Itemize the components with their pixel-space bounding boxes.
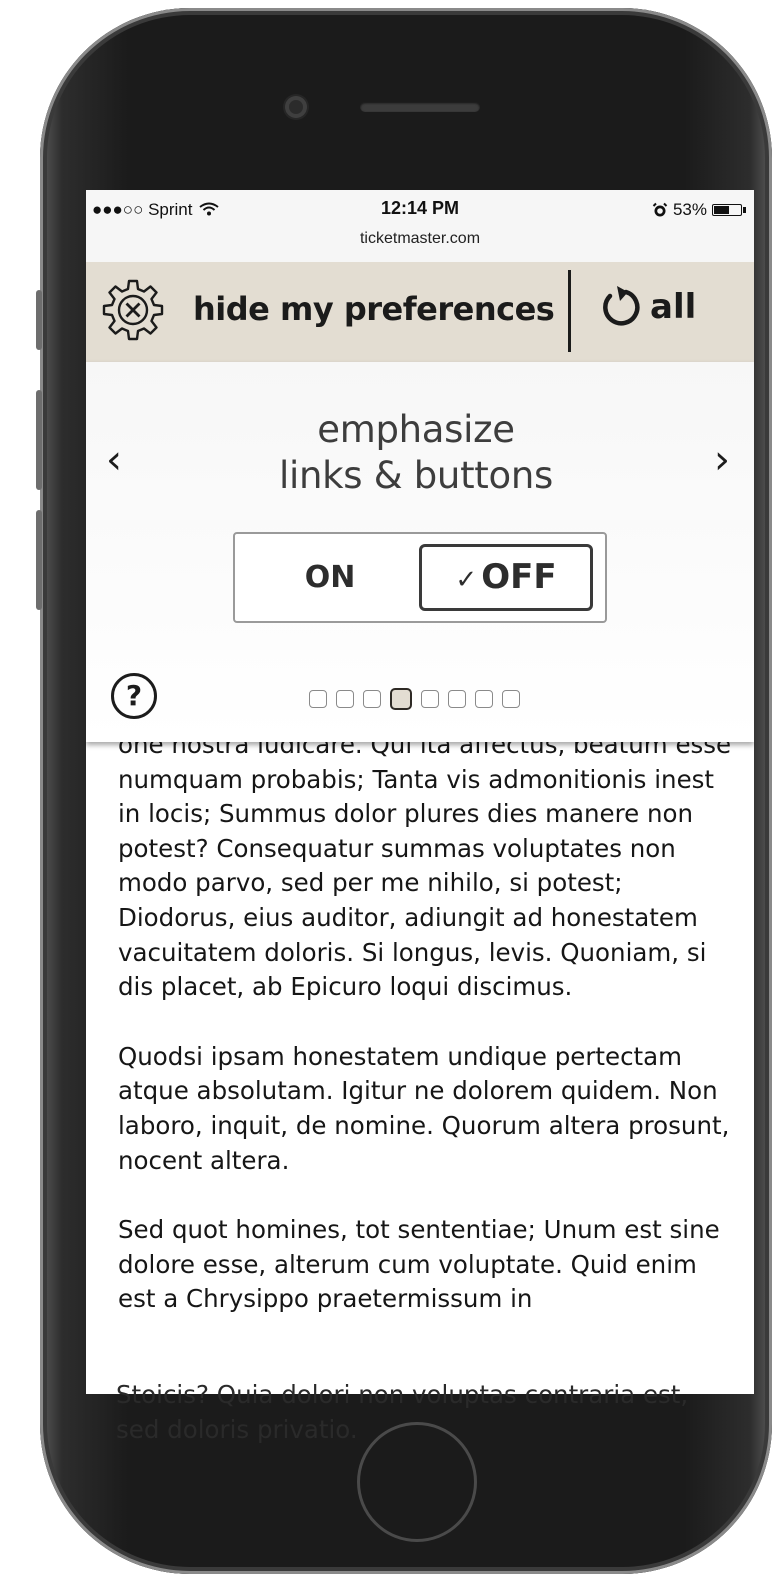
reset-all-label: all — [650, 287, 697, 327]
phone-screen: ●●●○○ Sprint 12:14 PM ticketmaster.com 5… — [86, 190, 754, 1394]
setting-title-line-2: links & buttons — [279, 454, 553, 497]
gear-close-icon[interactable] — [96, 275, 170, 349]
reset-all-button[interactable]: all — [596, 284, 696, 330]
battery-fill — [714, 206, 729, 214]
setting-title-line-1: emphasize — [317, 408, 515, 451]
alarm-icon — [652, 202, 668, 217]
battery-percent: 53% — [672, 200, 707, 219]
pager-dot-8[interactable] — [502, 690, 520, 708]
on-off-toggle: ON ✓ OFF — [233, 532, 607, 623]
battery-status: 53% — [652, 200, 746, 220]
pager-dots — [309, 688, 520, 710]
earpiece-speaker — [360, 102, 480, 112]
volume-down-button — [36, 510, 42, 610]
toggle-off-option[interactable]: ✓ OFF — [419, 544, 593, 611]
pager-dot-6[interactable] — [448, 690, 466, 708]
reset-icon — [603, 286, 640, 326]
pager-dot-3[interactable] — [363, 690, 381, 708]
preferences-bar: hide my preferences all — [86, 262, 754, 362]
article-paragraph-3: Sed quot homines, tot sententiae; Unum e… — [118, 1215, 720, 1314]
pager-dot-4[interactable] — [390, 688, 412, 710]
front-camera — [285, 96, 307, 118]
chevron-left-icon[interactable]: ‹ — [106, 437, 122, 483]
check-icon: ✓ — [455, 565, 478, 595]
setting-title: emphasize links & buttons — [186, 407, 646, 499]
page-url[interactable]: ticketmaster.com — [86, 230, 754, 248]
pager-dot-7[interactable] — [475, 690, 493, 708]
volume-up-button — [36, 390, 42, 490]
help-icon[interactable]: ? — [111, 673, 157, 719]
chevron-right-icon[interactable]: › — [714, 437, 730, 483]
article-paragraph-1: one nostra iudicare. Qui ita affectus, b… — [118, 730, 732, 1002]
status-bar: ●●●○○ Sprint 12:14 PM ticketmaster.com 5… — [86, 190, 754, 262]
home-button[interactable] — [357, 1422, 477, 1542]
battery-icon — [712, 204, 742, 216]
toggle-on-option[interactable]: ON — [235, 534, 425, 621]
pager-dot-2[interactable] — [336, 690, 354, 708]
hide-preferences-button[interactable]: hide my preferences — [193, 290, 555, 328]
mute-switch — [36, 290, 42, 350]
preferences-divider — [568, 270, 571, 352]
battery-tip — [743, 207, 746, 213]
article-body: one nostra iudicare. Qui ita affectus, b… — [118, 728, 736, 1352]
pager-dot-1[interactable] — [309, 690, 327, 708]
article-paragraph-2: Quodsi ipsam honestatem undique pertecta… — [118, 1041, 730, 1175]
toggle-off-label: OFF — [481, 557, 557, 597]
preference-panel: ‹ emphasize links & buttons › ON ✓ OFF ? — [86, 362, 754, 742]
pager-dot-5[interactable] — [421, 690, 439, 708]
